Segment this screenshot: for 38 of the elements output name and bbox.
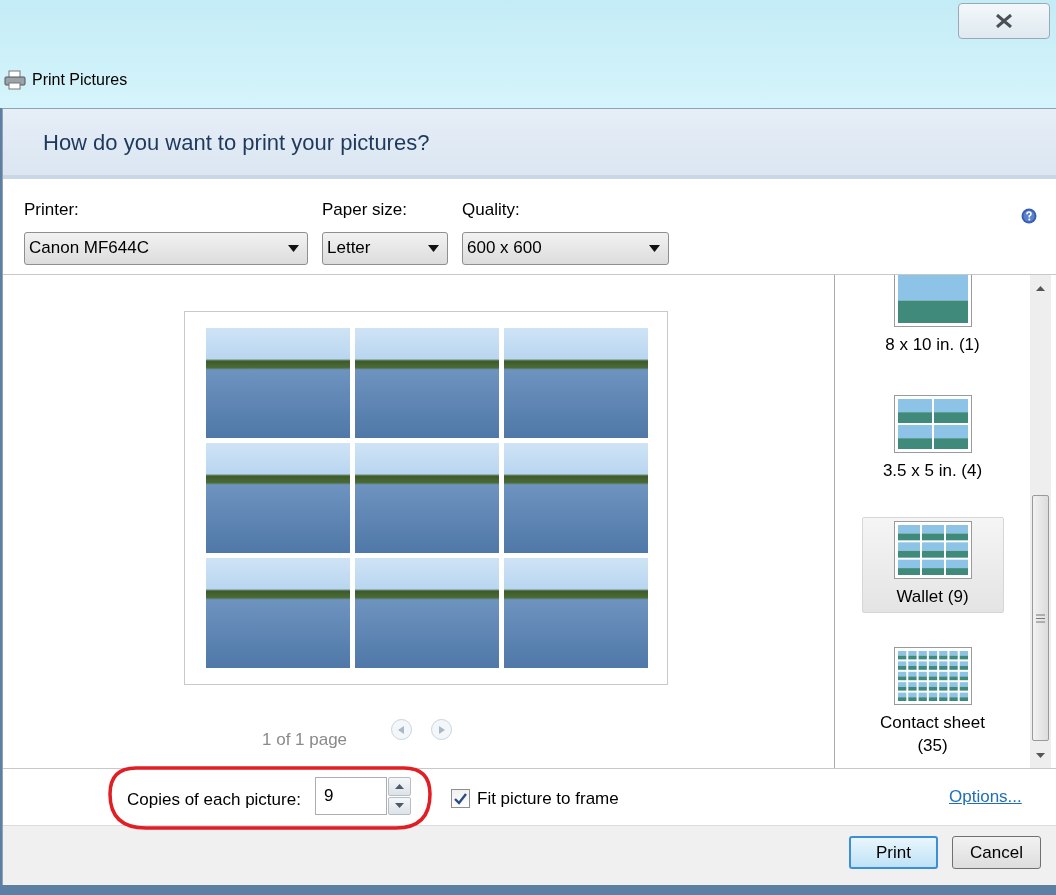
layout-option[interactable]: Contact sheet (35) bbox=[861, 643, 1004, 762]
dropdown-arrow-icon bbox=[649, 244, 660, 252]
dropdown-label: Quality: bbox=[462, 199, 521, 221]
up-arrow-icon bbox=[395, 783, 404, 789]
layout-option[interactable]: 3.5 x 5 in. (4) bbox=[861, 391, 1004, 487]
down-arrow-icon bbox=[395, 803, 404, 809]
dialog-button[interactable]: Print bbox=[849, 836, 938, 869]
dropdown-label: Printer: bbox=[24, 199, 80, 221]
close-button[interactable] bbox=[958, 3, 1050, 39]
layout-option[interactable]: 8 x 10 in. (1) bbox=[861, 275, 1004, 361]
layout-option[interactable]: Wallet (9) bbox=[861, 517, 1004, 613]
window-title: Print Pictures bbox=[32, 70, 128, 90]
scroll-up-icon bbox=[1036, 286, 1045, 291]
printer-icon bbox=[4, 70, 26, 90]
close-icon bbox=[995, 14, 1013, 28]
help-icon[interactable] bbox=[1021, 208, 1037, 224]
spinner[interactable] bbox=[387, 777, 411, 815]
dropdown[interactable]: Letter bbox=[322, 231, 448, 265]
checkbox-label: Fit picture to frame bbox=[477, 788, 619, 810]
scrollbar[interactable] bbox=[1030, 275, 1051, 768]
dialog-heading: How do you want to print your pictures? bbox=[43, 128, 430, 157]
dropdown-arrow-icon bbox=[428, 244, 439, 252]
dropdown-label: Paper size: bbox=[322, 199, 409, 221]
dropdown[interactable]: Canon MF644C bbox=[24, 231, 308, 265]
page-indicator: 1 of 1 page bbox=[262, 729, 348, 751]
copies-label: Copies of each picture: bbox=[127, 789, 301, 811]
dialog-button[interactable]: Cancel bbox=[952, 836, 1041, 869]
scroll-thumb[interactable] bbox=[1032, 495, 1049, 741]
checkbox[interactable] bbox=[451, 789, 470, 809]
dropdown-arrow-icon bbox=[288, 244, 299, 252]
dropdown[interactable]: 600 x 600 bbox=[462, 231, 669, 265]
copies-input[interactable]: 9 bbox=[315, 777, 387, 815]
scroll-down-icon bbox=[1036, 753, 1045, 758]
left-arrow-icon bbox=[398, 725, 405, 734]
right-arrow-icon bbox=[438, 725, 445, 734]
options-link[interactable]: Options... bbox=[949, 784, 1022, 810]
grip-icon bbox=[1036, 613, 1045, 623]
checkmark-icon bbox=[454, 792, 467, 805]
